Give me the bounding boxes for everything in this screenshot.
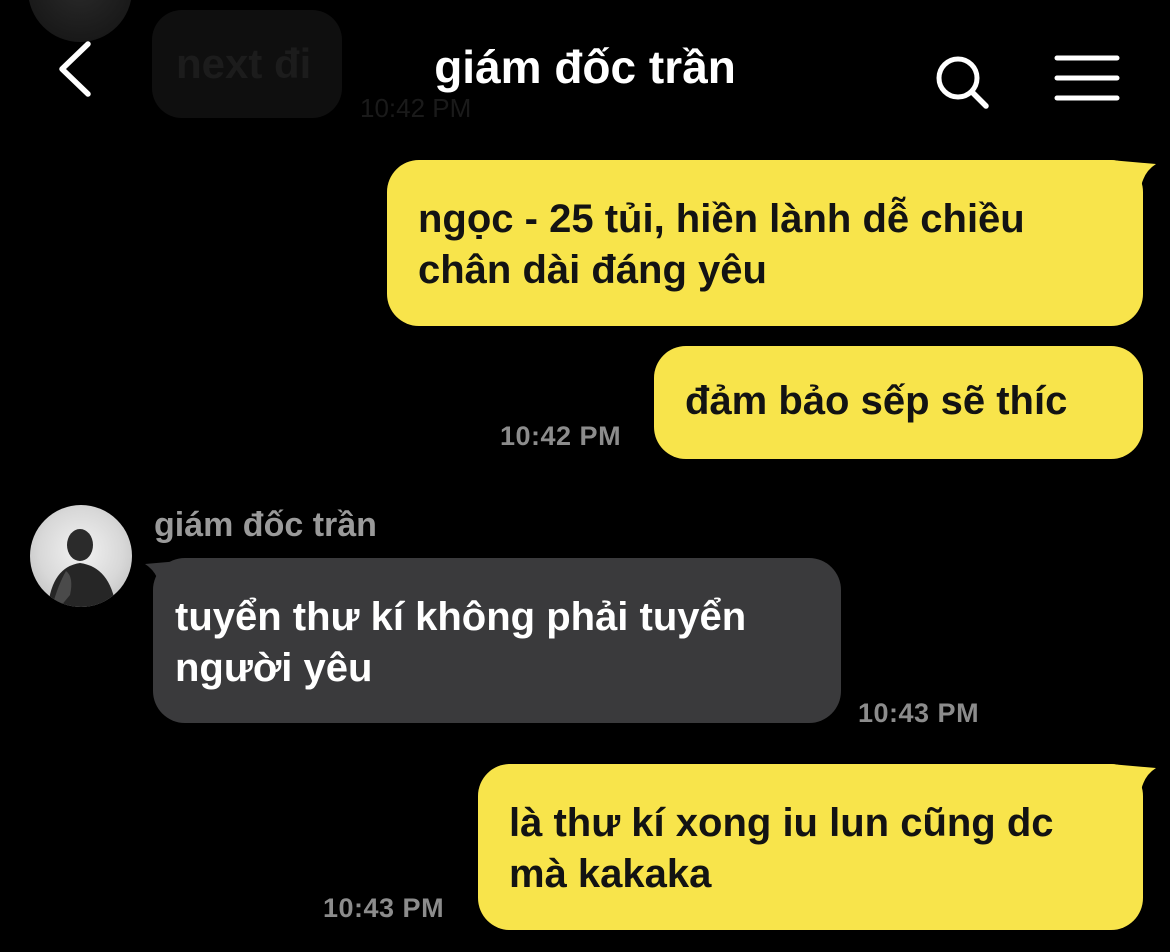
bubble-tail <box>1110 160 1156 198</box>
hamburger-menu-icon <box>1054 55 1120 101</box>
person-silhouette-icon <box>48 529 116 607</box>
message-line: đảm bảo sếp sẽ thíc <box>685 379 1068 423</box>
search-icon <box>936 56 989 109</box>
message-line: mà kakaka <box>509 852 712 896</box>
sender-avatar[interactable] <box>30 505 132 607</box>
sender-name: giám đốc trần <box>154 506 377 544</box>
message-bubble-outgoing[interactable]: đảm bảo sếp sẽ thíc <box>654 346 1143 459</box>
bubble-tail <box>1110 764 1156 802</box>
message-line: chân dài đáng yêu <box>418 248 767 292</box>
chat-title: giám đốc trần <box>434 41 736 93</box>
message-bubble-outgoing[interactable]: ngọc - 25 tủi, hiền lành dễ chiều chân d… <box>387 160 1143 326</box>
chat-screen: next đi 10:42 PM giám đốc trần ngọc - 25… <box>0 0 1170 952</box>
message-timestamp: 10:43 PM <box>858 698 980 728</box>
message-line: là thư kí xong iu lun cũng dc <box>509 801 1054 845</box>
message-line: người yêu <box>175 646 373 690</box>
message-timestamp: 10:43 PM <box>323 893 445 923</box>
previous-message-time: 10:42 PM <box>360 93 472 123</box>
menu-button[interactable] <box>1052 50 1122 110</box>
search-button[interactable] <box>930 50 994 114</box>
message-bubble-incoming[interactable]: tuyển thư kí không phải tuyển người yêu <box>153 558 841 723</box>
message-bubble-outgoing[interactable]: là thư kí xong iu lun cũng dc mà kakaka <box>478 764 1143 930</box>
message-line: tuyển thư kí không phải tuyển <box>175 595 747 639</box>
message-timestamp: 10:42 PM <box>500 421 622 451</box>
message-line: ngọc - 25 tủi, hiền lành dễ chiều <box>418 197 1025 241</box>
